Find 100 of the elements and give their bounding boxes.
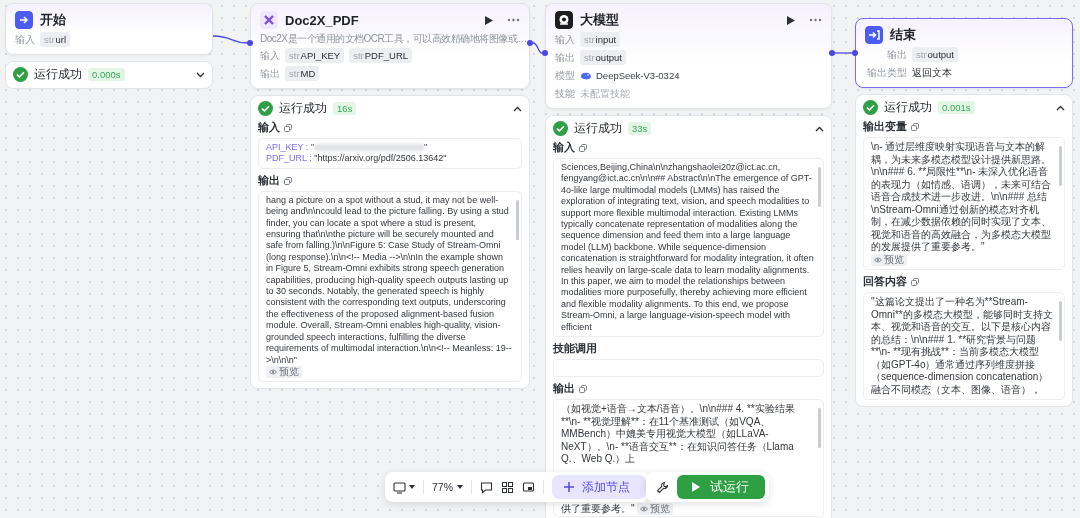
- section-label: 回答内容: [863, 275, 907, 289]
- variable-tag: strinput: [580, 32, 621, 47]
- variable-tag: stroutput: [912, 47, 958, 62]
- success-check-icon: [863, 100, 878, 115]
- chevron-icon[interactable]: [1056, 104, 1065, 111]
- scrollbar[interactable]: [818, 167, 821, 207]
- node-title: 结束: [890, 26, 917, 44]
- field-label: 输入: [555, 33, 575, 47]
- result-text: 供了重要参考。": [561, 503, 635, 514]
- run-duration: 33s: [628, 122, 652, 135]
- result-text: Sciences,Beijing,China\n\nzhangshaolei20z@ict.ac.cn, fengyang@ict.ac.cn\n\n## Abstract\n\nThe emergence of GPT-4o-like large multimodal models (LMMs) has raised the exploration of integrating text, vision, and speech modalities to support more flexible multimodal interaction. Existing LMMs typically concatenate representation of modalities along the sequence dimension and feed them into a large language model (LLM) backbone. While sequence-dimension concatenation is straightforward for modality integration, it often relies heavily on large-scale data to learn modality alignments. In this paper, we aim to model the relationships between modalities more purposefully, thereby achieving more efficient and flexible modality alignments. To this end, we propose Stream-Omni, a large language-vision-speech model with efficient: [561, 162, 814, 334]
- result-text: \n- 通过层维度映射实现语音与文本的解耦，为未来多模态模型设计提供新思路。\n\n### 6. **局限性**\n- 未深入优化语音的表现力（如情感、语调），未来可结合语音合成技术进一步改进。\n\n### 总结\nStream-Omni通过创新的模态对齐机制，在减少数据依赖的同时实现了文本、视觉和语音的高效融合，为多模态大模型的发展提供了重要参考。": [871, 141, 1052, 254]
- wrench-icon[interactable]: [656, 480, 669, 494]
- input-values-box: API_KEY : " " PDF_URL : "https://arxiv.org/pdf/2506.13642": [258, 138, 522, 169]
- run-status: 运行成功: [574, 121, 622, 136]
- variable-tag: strPDF_URL: [349, 48, 413, 63]
- more-icon[interactable]: [507, 18, 520, 22]
- workflow-node[interactable]: 开始 输入 strurl: [5, 3, 213, 55]
- field-label: 输入: [260, 49, 280, 63]
- workflow-node[interactable]: Doc2X_PDF Doc2X是一个通用的文档OCR工具，可以高效精确地将图像或… 输入 strAPI_KEY strPDF_URL 输出 strMD: [250, 3, 530, 89]
- more-icon[interactable]: [809, 18, 822, 22]
- play-icon: [691, 482, 700, 492]
- workflow-node[interactable]: 大模型 输入 strinput 输出 stroutput 模型 DeepSeek-V3-0324 技能 未配置技能: [545, 3, 832, 109]
- chevron-icon[interactable]: [196, 71, 205, 78]
- result-text: "这篇论文提出了一种名为**Stream-Omni**的多模态大模型，能够同时支持文本、视觉和语音的交互。以下是核心内容的总结：\n\n### 1. **研究背景与问题**\n- **现有挑战**：当前多模态大模型（如GPT-4o）通常通过序列维度拼接（sequence-dimension concatenation）融合不同模态（文本、图像、语音），: [871, 296, 1054, 396]
- connector-line: [212, 35, 248, 44]
- field-label: 输出: [886, 48, 907, 62]
- cross-logo-icon: [260, 11, 278, 29]
- connector-line: [834, 52, 853, 54]
- field-label: 输出类型: [866, 66, 907, 80]
- node-title: 开始: [40, 11, 67, 29]
- section-label: 输入: [258, 121, 280, 135]
- eye-icon: [874, 256, 882, 263]
- whale-icon: [580, 71, 592, 80]
- add-node-button[interactable]: 添加节点: [552, 475, 646, 499]
- success-check-icon: [13, 67, 28, 82]
- section-label: 输入: [553, 141, 575, 155]
- section-label: 输出变量: [863, 120, 907, 134]
- copy-icon[interactable]: [284, 124, 292, 132]
- comment-icon[interactable]: [480, 480, 493, 494]
- caret-icon[interactable]: [409, 485, 415, 489]
- section-label: 输出: [258, 173, 280, 188]
- run-status: 运行成功: [279, 101, 327, 116]
- field-label: 输出: [260, 67, 280, 81]
- workflow-node[interactable]: 结束 输出 stroutput 输出类型 返回文本: [855, 18, 1073, 88]
- scrollbar[interactable]: [818, 408, 821, 449]
- eye-icon: [269, 368, 277, 375]
- field-value: 返回文本: [912, 66, 952, 80]
- result-text: （如视觉+语音→文本/语音）。\n\n### 4. **实验结果**\n- **视觉理解**：在11个基准测试（如VQA、MMBench）中媲美专用视觉大模型（如LLaVA-NeXT）。\n- **语音交互**：在知识问答任务（Llama Q.、Web Q.）上: [561, 403, 796, 466]
- node-title: Doc2X_PDF: [285, 12, 360, 28]
- field-label: 模型: [555, 69, 575, 83]
- copy-icon[interactable]: [579, 385, 587, 394]
- monitor-icon[interactable]: [393, 480, 406, 494]
- model-name: DeepSeek-V3-0324: [596, 69, 680, 83]
- chevron-icon[interactable]: [815, 125, 824, 132]
- success-check-icon: [258, 101, 273, 116]
- section-label: 技能调用: [553, 342, 597, 357]
- zoom-select[interactable]: 77%: [432, 481, 463, 493]
- result-text: hang a picture on a spot without a stud, it may not be well-being and\n\ncould lead to the picture falling. By using a stud finder, you can locate a spot where a stud is present, ensuring that\n\nthe picture will be securely mounted and safe from falling.)\n\nFigure 5: Case Study of Stream-Omni (long response).\n\n<!-- Media -->\n\nIn the example shown in Figure 5, Stream-Omni exhibits strong speech generation capabilities, producing high-quality speech outputs lasting up to 30 seconds. Notably, the generated speech is highly consistent with the corresponding text outputs, underscoring the effectiveness of the proposed alignment-based fusion module. Overall, Stream-Omni enables high-quality, vision-grounded speech interactions, fulfilling the diverse requirements of multimodal interaction.\n\n<!-- Meanless: 19-->\n\n\n": [266, 194, 512, 366]
- variable-tag: strAPI_KEY: [285, 48, 345, 63]
- preview-button[interactable]: 预览: [266, 365, 302, 378]
- run-status: 运行成功: [884, 100, 932, 115]
- port-handle[interactable]: [542, 50, 548, 56]
- run-duration: 0.000s: [88, 68, 125, 81]
- copy-icon[interactable]: [911, 123, 919, 131]
- chevron-icon[interactable]: [513, 105, 522, 112]
- minimap-icon[interactable]: [522, 480, 535, 494]
- copy-icon[interactable]: [284, 176, 292, 185]
- scrollbar[interactable]: [1059, 146, 1062, 186]
- run-duration: 16s: [333, 102, 357, 115]
- node-description: Doc2X是一个通用的文档OCR工具，可以高效精确地将图像或…: [260, 32, 527, 45]
- play-icon[interactable]: [785, 14, 796, 26]
- variable-tag: strMD: [285, 66, 320, 81]
- plus-icon: [564, 482, 574, 492]
- section-label: 输出: [553, 382, 575, 397]
- port-handle[interactable]: [829, 50, 835, 56]
- run-duration: 0.001s: [938, 101, 975, 114]
- grid-icon[interactable]: [501, 480, 514, 494]
- preview-button[interactable]: 预览: [637, 503, 674, 515]
- copy-icon[interactable]: [911, 278, 919, 286]
- caret-icon: [457, 485, 463, 489]
- preview-button[interactable]: 预览: [871, 253, 907, 266]
- node-title: 大模型: [580, 11, 620, 29]
- eye-icon: [640, 506, 649, 512]
- scrollbar[interactable]: [1059, 301, 1062, 341]
- copy-icon[interactable]: [579, 144, 587, 152]
- scrollbar[interactable]: [516, 199, 519, 240]
- port-handle[interactable]: [527, 40, 533, 46]
- variable-tag: stroutput: [580, 50, 626, 65]
- port-handle[interactable]: [247, 40, 253, 46]
- variable-tag: strurl: [40, 32, 71, 47]
- field-label: 输出: [555, 51, 575, 65]
- connector-line: [532, 42, 543, 54]
- model-logo-icon: [555, 11, 573, 29]
- field-label: 技能: [555, 87, 575, 101]
- play-icon[interactable]: [483, 14, 494, 26]
- field-label: 输入: [15, 33, 35, 47]
- run-status: 运行成功: [34, 67, 82, 82]
- port-handle[interactable]: [852, 50, 858, 56]
- success-check-icon: [553, 121, 568, 136]
